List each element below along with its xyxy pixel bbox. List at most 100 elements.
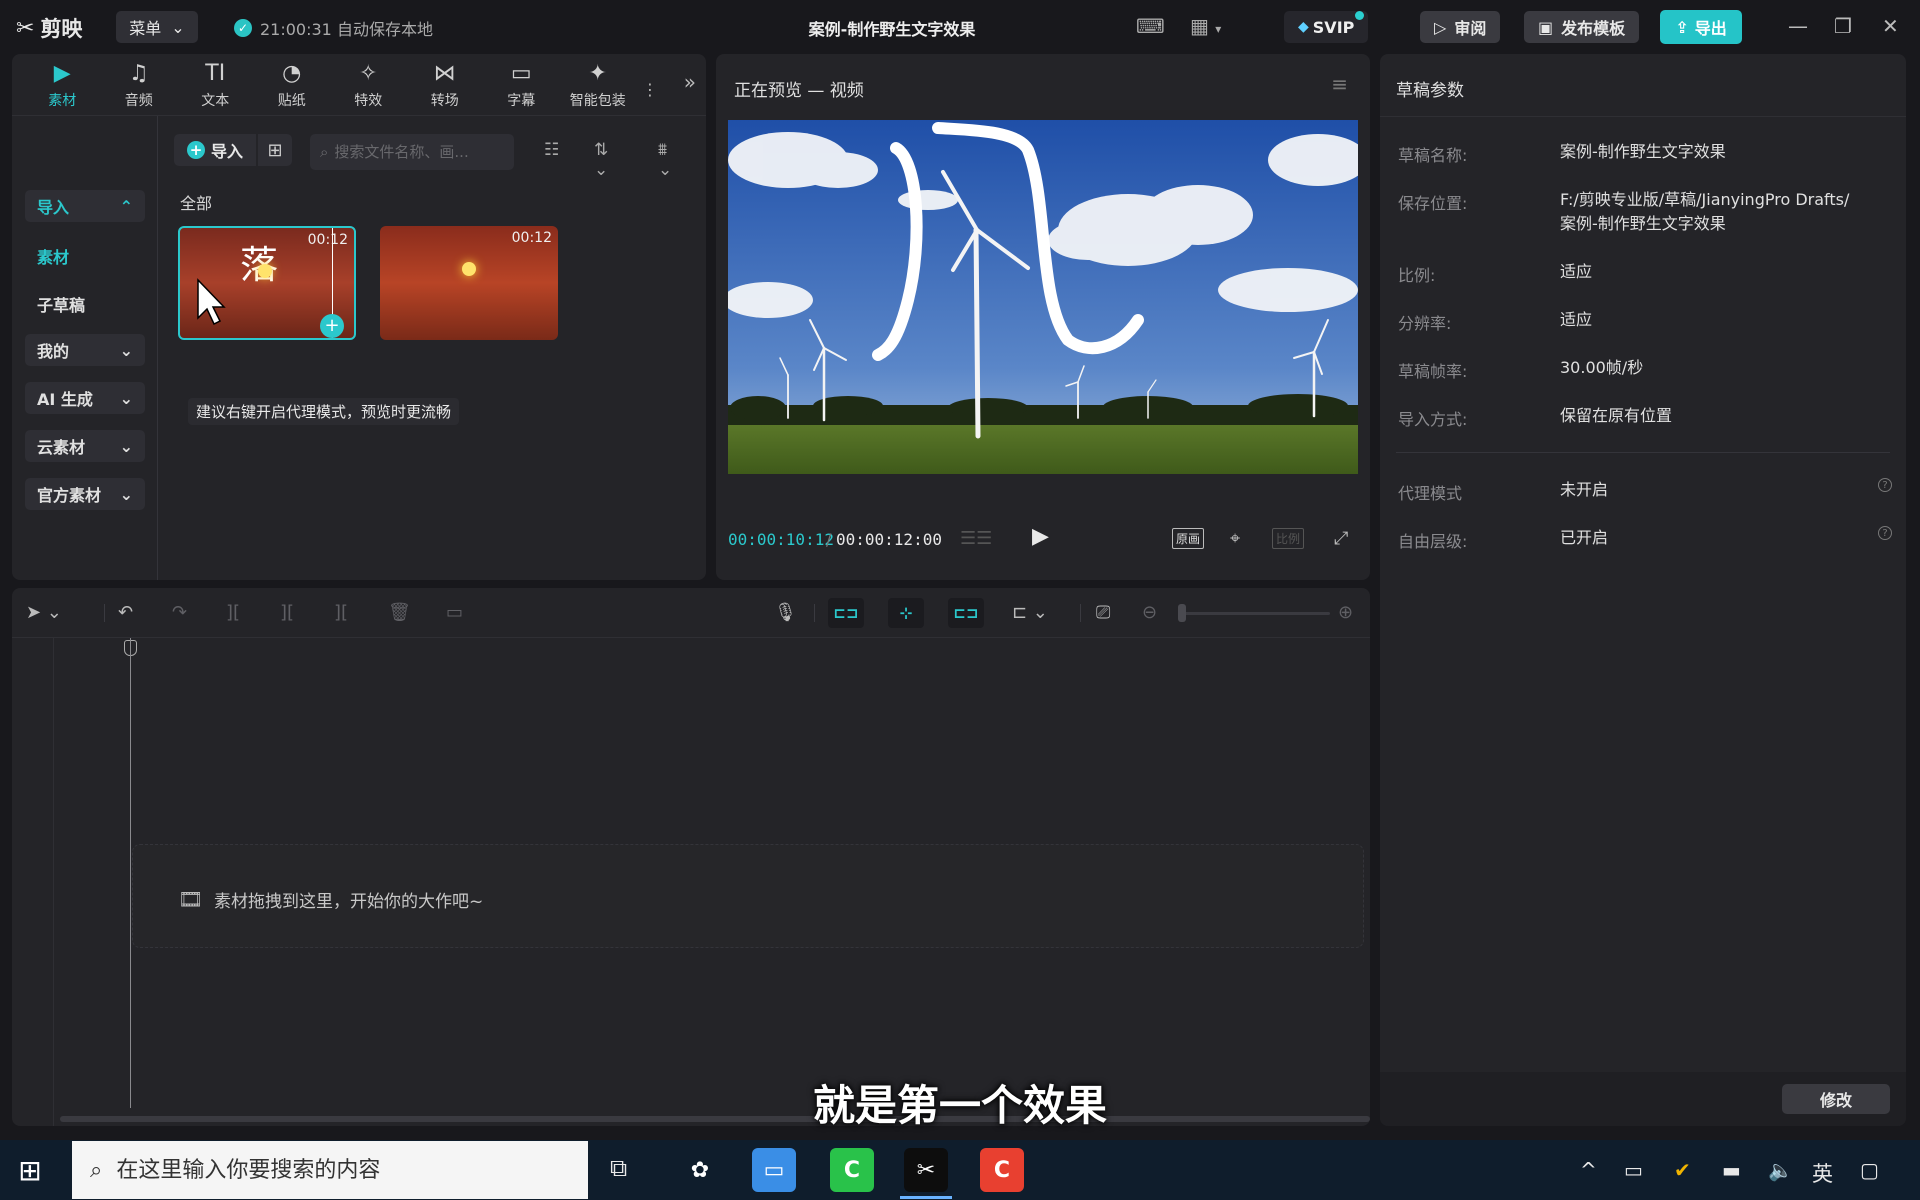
title-bar: ✂ 剪映 菜单 ⌄ ✓ 21:00:31 自动保存本地 案例-制作野生文字效果 … bbox=[0, 0, 1920, 54]
help-icon[interactable]: ? bbox=[1878, 526, 1892, 540]
sidebar-item-sub-draft[interactable]: 子草稿 bbox=[37, 292, 85, 316]
original-quality-button[interactable]: 原画 bbox=[1172, 528, 1205, 549]
chevron-down-icon: ⌄ bbox=[119, 388, 133, 408]
fullscreen-icon[interactable]: ⤢ bbox=[1334, 528, 1348, 549]
sidebar-item-cloud[interactable]: 云素材 ⌄ bbox=[25, 430, 145, 462]
taskbar-search-input[interactable] bbox=[116, 1157, 537, 1183]
save-path-line-1: F:/剪映专业版/草稿/JianyingPro Drafts/ bbox=[1560, 190, 1850, 209]
tab-audio[interactable]: ♫ 音频 bbox=[101, 54, 178, 115]
expand-tabs-icon[interactable]: » bbox=[684, 70, 696, 94]
caption-icon: ▭ bbox=[510, 61, 532, 86]
grid-view-icon[interactable]: ☷ bbox=[544, 140, 559, 160]
layout-icon[interactable]: ▦ ▾ bbox=[1190, 14, 1221, 38]
linkage-button[interactable]: ⊏⊐ bbox=[948, 598, 984, 628]
import-button[interactable]: + 导入 bbox=[174, 134, 256, 166]
tab-caption[interactable]: ▭ 字幕 bbox=[483, 54, 560, 115]
divider bbox=[1396, 452, 1890, 453]
tab-smart-package[interactable]: ✦ 智能包装 bbox=[560, 54, 637, 115]
taskbar-app-capcut[interactable]: ✂ bbox=[904, 1148, 948, 1192]
taskbar-app-recorder[interactable]: C bbox=[980, 1148, 1024, 1192]
taskbar-app-camtasia[interactable]: C bbox=[830, 1148, 874, 1192]
security-icon[interactable]: ✔ bbox=[1674, 1158, 1691, 1182]
search-icon: ⌕ bbox=[320, 143, 329, 161]
notification-icon[interactable]: ▢ bbox=[1860, 1158, 1879, 1182]
prop-import-mode: 保留在原有位置 bbox=[1560, 406, 1673, 425]
divider bbox=[1380, 116, 1906, 117]
zoom-in-icon[interactable]: ⊕ bbox=[1338, 602, 1353, 623]
prop-label: 自由层级: bbox=[1398, 532, 1468, 551]
sidebar-item-ai-gen[interactable]: AI 生成 ⌄ bbox=[25, 382, 145, 414]
play-button[interactable]: ▶ bbox=[1032, 524, 1049, 549]
tab-media[interactable]: ▶ 素材 bbox=[24, 54, 101, 115]
ratio-button[interactable]: 比例 bbox=[1272, 528, 1305, 549]
battery-icon[interactable]: ▬ bbox=[1722, 1158, 1741, 1182]
sidebar-item-mine[interactable]: 我的 ⌄ bbox=[25, 334, 145, 366]
main-track-magnet-button[interactable]: ⊏⊐ bbox=[828, 598, 864, 628]
sidebar-item-material[interactable]: 素材 bbox=[37, 244, 69, 268]
prop-save-location: F:/剪映专业版/草稿/JianyingPro Drafts/ 案例-制作野生文… bbox=[1560, 188, 1849, 236]
minimize-icon[interactable]: — bbox=[1788, 14, 1808, 38]
tab-effects[interactable]: ✧ 特效 bbox=[330, 54, 407, 115]
delete-icon[interactable]: 🗑 bbox=[388, 602, 411, 623]
tab-transition[interactable]: ⋈ 转场 bbox=[407, 54, 484, 115]
chevron-down-icon: ⌄ bbox=[119, 436, 133, 456]
menu-icon[interactable]: ≡ bbox=[1331, 72, 1348, 96]
prop-resolution: 适应 bbox=[1560, 310, 1593, 329]
zoom-slider-knob[interactable] bbox=[1178, 604, 1186, 622]
sidebar-item-official[interactable]: 官方素材 ⌄ bbox=[25, 478, 145, 510]
close-icon[interactable]: ✕ bbox=[1882, 14, 1899, 38]
keyboard-shortcuts-icon[interactable]: ⌨ bbox=[1136, 14, 1165, 38]
properties-panel: 草稿参数 草稿名称: 案例-制作野生文字效果 保存位置: F:/剪映专业版/草稿… bbox=[1380, 54, 1906, 1126]
auto-snap-button[interactable]: ⊹ bbox=[888, 598, 924, 628]
show-hidden-icons-icon[interactable]: ^ bbox=[1580, 1158, 1597, 1182]
document-title: 案例-制作野生文字效果 bbox=[808, 20, 976, 39]
restore-icon[interactable]: ❐ bbox=[1834, 14, 1852, 38]
chevron-down-icon: ⌄ bbox=[119, 484, 133, 504]
sidebar-item-import[interactable]: 导入 ⌃ bbox=[25, 190, 145, 222]
zoom-out-icon[interactable]: ⊖ bbox=[1142, 602, 1157, 623]
add-to-timeline-button[interactable]: + bbox=[320, 314, 344, 338]
publish-template-label: 发布模板 bbox=[1561, 19, 1626, 38]
tab-text[interactable]: TI 文本 bbox=[177, 54, 254, 115]
svip-button[interactable]: ◆ SVIP bbox=[1284, 11, 1369, 43]
qr-import-button[interactable]: ⊞ bbox=[258, 134, 292, 166]
timeline-panel: ➤ ⌄ ↶ ↷ ][ ][ ][ 🗑 ▭ 🎙 ⊏⊐ ⊹ ⊏⊐ ⊏ ⌄ ⎚ ⊖ ⊕… bbox=[12, 588, 1370, 1126]
task-view-icon[interactable]: ⧉ bbox=[610, 1154, 627, 1182]
redo-icon[interactable]: ↷ bbox=[172, 602, 187, 623]
preview-axis-icon[interactable]: ⊏ ⌄ bbox=[1012, 602, 1048, 623]
windows-start-button[interactable]: ⊞ bbox=[10, 1150, 50, 1190]
split-icon[interactable]: ][ bbox=[226, 602, 240, 623]
freeze-frame-icon[interactable]: ▭ bbox=[446, 602, 463, 623]
media-clip[interactable]: 00:12 bbox=[380, 226, 558, 340]
undo-icon[interactable]: ↶ bbox=[118, 602, 133, 623]
trim-right-icon[interactable]: ][ bbox=[334, 602, 348, 623]
filter-icon[interactable]: ⩩ ⌄ bbox=[658, 140, 672, 180]
clip-duration: 00:12 bbox=[307, 232, 348, 248]
export-button[interactable]: ⇪ 导出 bbox=[1660, 10, 1742, 44]
prop-framerate: 30.00帧/秒 bbox=[1560, 358, 1644, 377]
prop-label: 草稿帧率: bbox=[1398, 362, 1468, 381]
svip-label: SVIP bbox=[1312, 17, 1355, 37]
zoom-slider-track[interactable] bbox=[1182, 612, 1330, 615]
review-button[interactable]: ▷ 审阅 bbox=[1420, 11, 1501, 43]
taskbar-app-explorer[interactable]: ▭ bbox=[752, 1148, 796, 1192]
timecode-list-icon[interactable]: ☰☰ bbox=[960, 528, 992, 549]
select-tool-icon[interactable]: ➤ ⌄ bbox=[26, 602, 62, 623]
sticker-icon: ◔ bbox=[282, 61, 302, 86]
taskbar-app-1[interactable]: ✿ bbox=[678, 1148, 722, 1192]
network-icon[interactable]: ▭ bbox=[1624, 1158, 1643, 1182]
screenshot-icon[interactable]: ⎚ bbox=[1096, 602, 1110, 623]
ime-indicator[interactable]: 英 bbox=[1812, 1158, 1833, 1188]
zoom-fit-icon[interactable]: ⌖ bbox=[1230, 528, 1240, 549]
more-vertical-icon[interactable]: ⋮ bbox=[642, 80, 658, 99]
trim-left-icon[interactable]: ][ bbox=[280, 602, 294, 623]
volume-icon[interactable]: 🔈 bbox=[1768, 1158, 1793, 1182]
microphone-icon[interactable]: 🎙 bbox=[774, 602, 797, 623]
search-input[interactable] bbox=[334, 143, 495, 161]
publish-template-button[interactable]: ▣ 发布模板 bbox=[1524, 11, 1640, 43]
tab-sticker[interactable]: ◔ 贴纸 bbox=[254, 54, 331, 115]
sort-icon[interactable]: ⇅ ⌄ bbox=[594, 140, 608, 180]
help-icon[interactable]: ? bbox=[1878, 478, 1892, 492]
transition-icon: ⋈ bbox=[433, 61, 456, 86]
playhead[interactable] bbox=[130, 638, 131, 1108]
